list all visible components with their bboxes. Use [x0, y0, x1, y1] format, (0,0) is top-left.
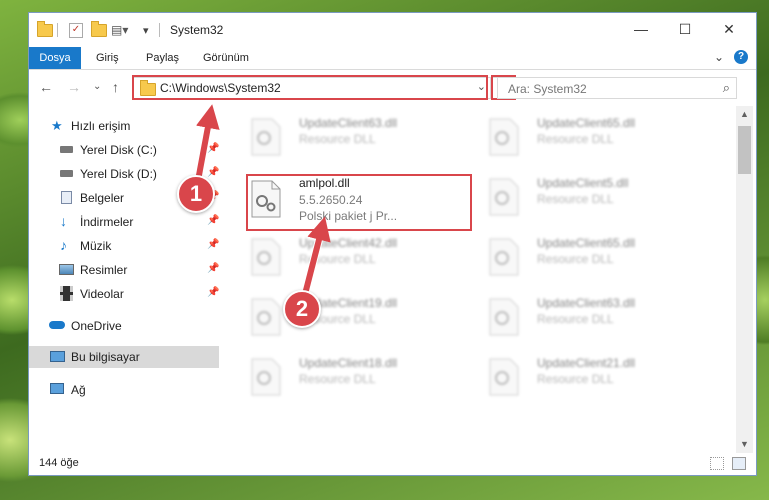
step-2-marker: 2 — [283, 290, 321, 328]
annotation-arrows — [193, 104, 331, 303]
step-1-marker: 1 — [177, 175, 215, 213]
